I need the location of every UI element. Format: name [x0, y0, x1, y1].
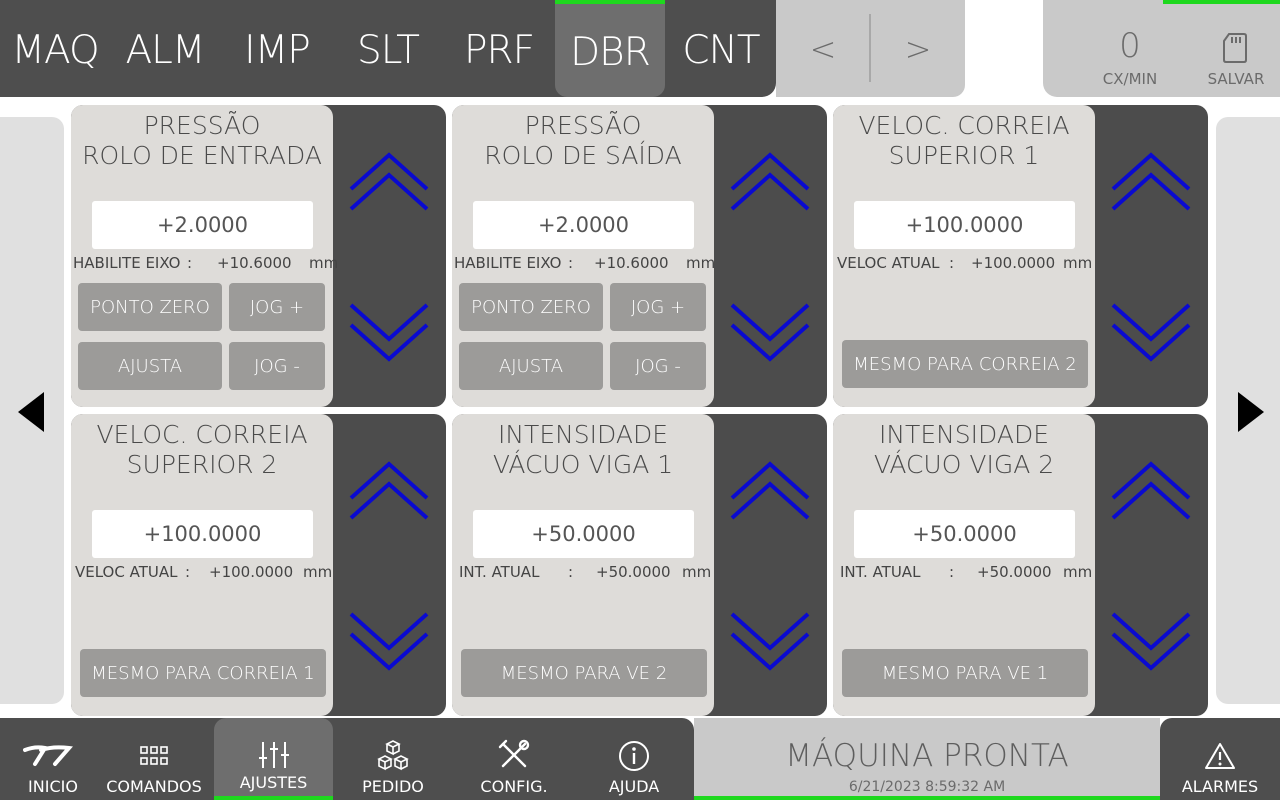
jog-minus-button[interactable]: JOG - [229, 342, 325, 390]
panel-title: PRESSÃO ROLO DE ENTRADA [82, 111, 322, 170]
same-for-ve-2-button[interactable]: MESMO PARA VE 2 [461, 649, 707, 697]
increase-chevron-icon[interactable] [728, 458, 812, 522]
panel-face: VELOC. CORREIA SUPERIOR 2 +100.0000 VELOC… [71, 414, 333, 716]
decrease-chevron-icon[interactable] [347, 301, 431, 365]
nav-label: INICIO [28, 777, 78, 796]
panel-title: VELOC. CORREIA SUPERIOR 2 [96, 420, 308, 479]
setpoint-input[interactable]: +100.0000 [92, 510, 313, 558]
next-tabs-button[interactable]: > [871, 0, 965, 97]
info-icon [619, 741, 649, 771]
tab-slt[interactable]: SLT [333, 0, 443, 97]
nav-label: PEDIDO [362, 777, 424, 796]
bottom-nav-bar: INICIO COMANDOS AJUSTES PEDIDO CONFIG. A… [0, 718, 694, 800]
sliders-icon [258, 742, 289, 768]
triangle-right-icon [1238, 392, 1264, 432]
nav-comandos[interactable]: COMANDOS [95, 718, 213, 800]
panel-pressao-rolo-saida: PRESSÃO ROLO DE SAÍDA +2.0000 HABILITE EI… [452, 105, 827, 407]
nav-pedido[interactable]: PEDIDO [334, 718, 452, 800]
panel-title: INTENSIDADE VÁCUO VIGA 2 [873, 420, 1055, 479]
same-for-belt-1-button[interactable]: MESMO PARA CORREIA 1 [80, 649, 326, 697]
tab-cnt[interactable]: CNT [666, 0, 776, 97]
save-label: SALVAR [1207, 70, 1265, 88]
increase-chevron-icon[interactable] [1109, 458, 1193, 522]
panel-face: VELOC. CORREIA SUPERIOR 1 +100.0000 VELOC… [833, 105, 1095, 407]
setpoint-input[interactable]: +50.0000 [854, 510, 1075, 558]
same-for-belt-2-button[interactable]: MESMO PARA CORREIA 2 [842, 340, 1088, 388]
panel-pressao-rolo-entrada: PRESSÃO ROLO DE ENTRADA +2.0000 HABILITE … [71, 105, 446, 407]
panel-title: PRESSÃO ROLO DE SAÍDA [484, 111, 682, 170]
jog-minus-button[interactable]: JOG - [610, 342, 706, 390]
alarms-label: ALARMES [1181, 777, 1259, 796]
sd-card-icon [1223, 33, 1247, 63]
panel-face: PRESSÃO ROLO DE SAÍDA +2.0000 HABILITE EI… [452, 105, 715, 407]
page-next-button[interactable] [1216, 117, 1280, 704]
nav-inicio[interactable]: INICIO [0, 718, 106, 800]
decrease-chevron-icon[interactable] [728, 610, 812, 674]
nav-ajuda[interactable]: AJUDA [575, 718, 693, 800]
top-tab-bar: MAQ ALM IMP SLT PRF DBR CNT [0, 0, 776, 97]
setpoint-input[interactable]: +2.0000 [92, 201, 313, 249]
setpoint-input[interactable]: +2.0000 [473, 201, 694, 249]
increase-chevron-icon[interactable] [347, 458, 431, 522]
tab-imp[interactable]: IMP [222, 0, 332, 97]
tools-icon [498, 739, 530, 768]
panel-face: INTENSIDADE VÁCUO VIGA 1 +50.0000 INT. AT… [452, 414, 714, 716]
nav-ajustes[interactable]: AJUSTES [214, 718, 333, 800]
nav-label: CONFIG. [480, 777, 548, 796]
triangle-left-icon [18, 392, 44, 432]
grid-icon [140, 746, 168, 765]
tab-maq[interactable]: MAQ [0, 0, 110, 97]
nav-label: AJUDA [608, 777, 660, 796]
nav-config[interactable]: CONFIG. [455, 718, 573, 800]
tab-alm[interactable]: ALM [110, 0, 220, 97]
panel-intensidade-vacuo-viga-1: INTENSIDADE VÁCUO VIGA 1 +50.0000 INT. AT… [452, 414, 827, 716]
nav-label: COMANDOS [106, 777, 202, 796]
setpoint-input[interactable]: +50.0000 [473, 510, 694, 558]
boxes-per-minute-label: CX/MIN [1102, 70, 1158, 88]
nav-label: AJUSTES [239, 773, 308, 792]
decrease-chevron-icon[interactable] [728, 301, 812, 365]
save-button[interactable]: SALVAR [1191, 0, 1280, 97]
same-for-ve-1-button[interactable]: MESMO PARA VE 1 [842, 649, 1088, 697]
panel-face: PRESSÃO ROLO DE ENTRADA +2.0000 HABILITE … [71, 105, 338, 407]
counter-panel: 0 CX/MIN SALVAR [1043, 0, 1280, 97]
panel-intensidade-vacuo-viga-2: INTENSIDADE VÁCUO VIGA 2 +50.0000 INT. AT… [833, 414, 1208, 716]
panel-title: INTENSIDADE VÁCUO VIGA 1 [492, 420, 674, 479]
prev-tabs-button[interactable]: < [776, 0, 870, 97]
tab-prf[interactable]: PRF [444, 0, 554, 97]
boxes-per-minute-value: 0 [1119, 26, 1141, 66]
machine-status-panel: MÁQUINA PRONTA 6/21/2023 8:59:32 AM [694, 718, 1160, 800]
jog-plus-button[interactable]: JOG + [229, 283, 325, 331]
alarms-button[interactable]: ALARMES [1160, 718, 1280, 800]
tab-dbr[interactable]: DBR [555, 0, 665, 97]
logo-icon [23, 745, 73, 766]
zero-point-button[interactable]: PONTO ZERO [78, 283, 222, 331]
adjust-button[interactable]: AJUSTA [459, 342, 603, 390]
zero-point-button[interactable]: PONTO ZERO [459, 283, 603, 331]
setpoint-input[interactable]: +100.0000 [854, 201, 1075, 249]
panel-title: VELOC. CORREIA SUPERIOR 1 [858, 111, 1070, 170]
tab-pager: < > [776, 0, 965, 97]
boxes-icon [377, 740, 409, 771]
machine-status-text: MÁQUINA PRONTA [785, 738, 1069, 774]
jog-plus-button[interactable]: JOG + [610, 283, 706, 331]
page-prev-button[interactable] [0, 117, 64, 704]
status-ok-line [694, 796, 1160, 800]
adjust-button[interactable]: AJUSTA [78, 342, 222, 390]
warning-icon [1205, 743, 1235, 769]
decrease-chevron-icon[interactable] [1109, 610, 1193, 674]
decrease-chevron-icon[interactable] [347, 610, 431, 674]
status-timestamp: 6/21/2023 8:59:32 AM [848, 779, 1006, 795]
increase-chevron-icon[interactable] [1109, 149, 1193, 213]
decrease-chevron-icon[interactable] [1109, 301, 1193, 365]
panel-veloc-correia-superior-1: VELOC. CORREIA SUPERIOR 1 +100.0000 VELOC… [833, 105, 1208, 407]
panel-veloc-correia-superior-2: VELOC. CORREIA SUPERIOR 2 +100.0000 VELOC… [71, 414, 446, 716]
increase-chevron-icon[interactable] [347, 149, 431, 213]
increase-chevron-icon[interactable] [728, 149, 812, 213]
panel-face: INTENSIDADE VÁCUO VIGA 2 +50.0000 INT. AT… [833, 414, 1095, 716]
